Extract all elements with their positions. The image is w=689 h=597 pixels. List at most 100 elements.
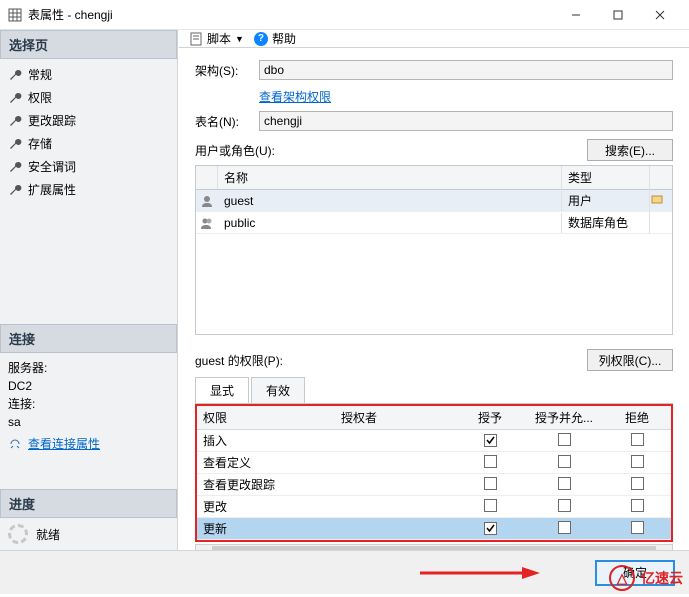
content-area: 脚本 ▼ ? 帮助 架构(S): 查看架构权限 表名(N): 用户或角色(U):… (178, 30, 689, 550)
wrench-icon (8, 137, 22, 151)
checkbox[interactable] (484, 434, 497, 447)
conn-label: 连接: (8, 395, 169, 413)
help-label: 帮助 (272, 30, 296, 47)
permission-row[interactable]: 更改 (197, 496, 671, 518)
user-row[interactable]: guest 用户 (196, 190, 672, 212)
checkbox[interactable] (631, 433, 644, 446)
sidebar-item-security[interactable]: 安全谓词 (2, 155, 175, 178)
sidebar-item-changetracking[interactable]: 更改跟踪 (2, 109, 175, 132)
user-row[interactable]: public 数据库角色 (196, 212, 672, 234)
tab-explicit[interactable]: 显式 (195, 377, 249, 403)
perm-name: 插入 (197, 429, 335, 452)
perm-name: 查看更改跟踪 (197, 473, 335, 496)
checkbox[interactable] (558, 455, 571, 468)
select-page-header: 选择页 (0, 30, 177, 59)
browse-icon[interactable] (650, 192, 664, 206)
connection-icon (8, 437, 22, 451)
users-grid: 名称 类型 guest 用户 public 数据库角色 (195, 165, 673, 335)
permission-row[interactable]: 查看定义 (197, 452, 671, 474)
permission-row[interactable]: 插入 (197, 430, 671, 452)
checkbox[interactable] (558, 499, 571, 512)
sidebar-item-label: 权限 (28, 89, 52, 106)
help-icon: ? (254, 32, 268, 46)
search-button[interactable]: 搜索(E)... (587, 139, 673, 161)
schema-input[interactable] (259, 60, 673, 80)
sidebar-item-general[interactable]: 常规 (2, 63, 175, 86)
progress-text: 就绪 (36, 526, 60, 543)
checkbox[interactable] (631, 477, 644, 490)
checkbox[interactable] (558, 477, 571, 490)
sidebar-item-label: 常规 (28, 66, 52, 83)
schema-label: 架构(S): (195, 62, 255, 79)
server-label: 服务器: (8, 359, 169, 377)
close-button[interactable] (639, 1, 681, 29)
perm-grantor (335, 438, 455, 444)
checkbox[interactable] (484, 455, 497, 468)
script-dropdown[interactable]: 脚本 ▼ (189, 30, 244, 47)
watermark-icon: △ (609, 565, 635, 591)
user-name: guest (218, 191, 562, 211)
sidebar-item-extended[interactable]: 扩展属性 (2, 178, 175, 201)
perm-name: 更新 (197, 517, 335, 540)
col-grantor: 授权者 (335, 406, 455, 429)
checkbox[interactable] (484, 522, 497, 535)
sidebar: 选择页 常规 权限 更改跟踪 存储 安全谓词 扩展属性 连接 服务器: DC2 … (0, 30, 178, 550)
toolbar: 脚本 ▼ ? 帮助 (179, 30, 689, 48)
checkbox[interactable] (631, 455, 644, 468)
permission-row[interactable]: 更新 (197, 518, 671, 540)
chevron-down-icon: ▼ (235, 34, 244, 44)
checkbox[interactable] (484, 477, 497, 490)
column-perm-button[interactable]: 列权限(C)... (587, 349, 673, 371)
spinner-icon (8, 524, 28, 544)
user-icon (200, 194, 214, 208)
schema-perm-link[interactable]: 查看架构权限 (259, 88, 331, 105)
perm-name: 查看定义 (197, 451, 335, 474)
progress-header: 进度 (0, 489, 177, 518)
permission-row[interactable]: 查看更改跟踪 (197, 474, 671, 496)
checkbox[interactable] (558, 521, 571, 534)
checkbox[interactable] (558, 433, 571, 446)
perm-grantor (335, 460, 455, 466)
perm-grantor (335, 504, 455, 510)
sidebar-item-label: 更改跟踪 (28, 112, 76, 129)
checkbox[interactable] (631, 521, 644, 534)
wrench-icon (8, 91, 22, 105)
connection-info: 服务器: DC2 连接: sa 查看连接属性 (0, 353, 177, 459)
checkbox[interactable] (484, 499, 497, 512)
user-type: 用户 (562, 189, 650, 212)
watermark: △ 亿速云 (609, 565, 683, 591)
table-icon (8, 8, 22, 22)
role-icon (200, 216, 214, 230)
page-list: 常规 权限 更改跟踪 存储 安全谓词 扩展属性 (0, 59, 177, 205)
minimize-button[interactable] (555, 1, 597, 29)
watermark-text: 亿速云 (641, 568, 683, 588)
table-label: 表名(N): (195, 113, 255, 130)
col-withgrant: 授予并允... (525, 406, 603, 429)
connection-header: 连接 (0, 324, 177, 353)
script-label: 脚本 (207, 30, 231, 47)
conn-value: sa (8, 413, 169, 431)
perm-for-label: guest 的权限(P): (195, 352, 587, 369)
maximize-button[interactable] (597, 1, 639, 29)
sidebar-item-label: 存储 (28, 135, 52, 152)
script-icon (189, 32, 203, 46)
col-type-header: 类型 (562, 166, 650, 189)
perm-name: 更改 (197, 495, 335, 518)
wrench-icon (8, 160, 22, 174)
perm-grantor (335, 482, 455, 488)
view-connection-link[interactable]: 查看连接属性 (28, 435, 100, 453)
col-grant: 授予 (455, 406, 525, 429)
sidebar-item-storage[interactable]: 存储 (2, 132, 175, 155)
footer: 确定 (0, 550, 689, 594)
permissions-table: 权限 授权者 授予 授予并允... 拒绝 插入查看定义查看更改跟踪更改更新 (195, 404, 673, 542)
server-value: DC2 (8, 377, 169, 395)
window-title: 表属性 - chengji (28, 6, 555, 23)
user-type: 数据库角色 (562, 211, 650, 234)
tab-effective[interactable]: 有效 (251, 377, 305, 403)
checkbox[interactable] (631, 499, 644, 512)
sidebar-item-permissions[interactable]: 权限 (2, 86, 175, 109)
help-button[interactable]: ? 帮助 (254, 30, 296, 47)
col-permission: 权限 (197, 406, 335, 429)
table-input[interactable] (259, 111, 673, 131)
wrench-icon (8, 183, 22, 197)
